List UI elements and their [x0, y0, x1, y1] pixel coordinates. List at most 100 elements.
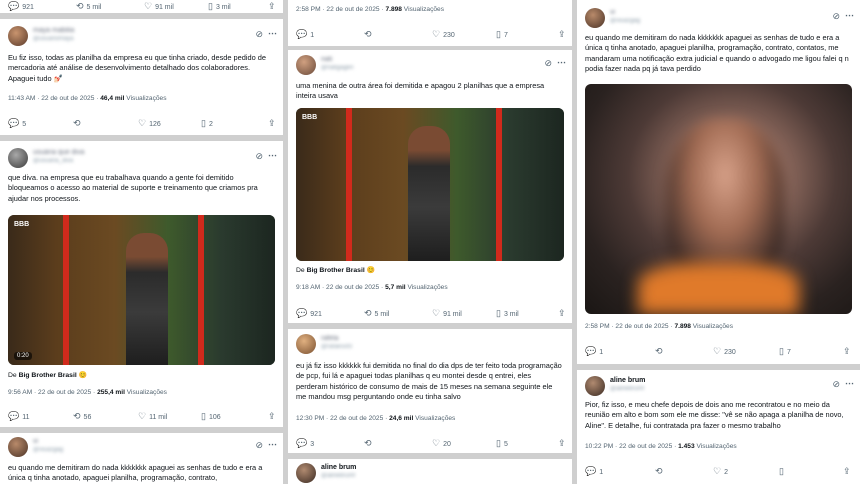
bookmark-button[interactable]: ▯ 7	[779, 346, 791, 357]
bookmark-button[interactable]: ▯ 7	[496, 29, 508, 40]
bookmark-button[interactable]: ▯ 2	[201, 118, 213, 129]
views-button[interactable]: ▯ 3 mil	[496, 308, 519, 319]
share-button[interactable]: ⇪	[268, 1, 279, 12]
views-label: Visualizações	[124, 389, 167, 396]
like-button[interactable]: ♡ 91 mil	[432, 308, 462, 319]
tweet-card: usuária que diva @usuaria_diva ⊘ ⋯ que d…	[0, 141, 283, 427]
avatar[interactable]	[8, 26, 28, 46]
user-name[interactable]: usuária que diva	[33, 149, 84, 156]
views-button[interactable]: ▯ 3 mil	[208, 1, 231, 12]
views-label: Visualizações	[413, 415, 456, 422]
reply-button[interactable]: 💬 1	[585, 346, 603, 357]
share-button[interactable]: ⇪	[268, 118, 279, 129]
user-handle[interactable]: @viuazgag	[33, 447, 63, 453]
reply-button[interactable]: 💬 1	[585, 466, 603, 477]
tweet-image-blurred[interactable]	[585, 84, 852, 314]
more-icon[interactable]: ⋯	[845, 10, 854, 21]
reply-button[interactable]: 💬 11	[8, 411, 30, 422]
user-name[interactable]: aline brum	[610, 377, 645, 384]
repost-button[interactable]: ⟲	[655, 346, 666, 357]
user-handle[interactable]: @natigagen	[321, 65, 353, 71]
tweet-card-partial: 💬 921 ⟲ 5 mil ♡ 91 mil ▯ 3 mil ⇪	[0, 0, 283, 13]
reply-button[interactable]: 💬 921	[8, 1, 34, 12]
avatar[interactable]	[8, 148, 28, 168]
repost-button[interactable]: ⟲ 5 mil	[76, 1, 101, 12]
repost-button[interactable]: ⟲	[364, 438, 375, 449]
user-name[interactable]: vi	[33, 438, 38, 445]
more-icon[interactable]: ⋯	[845, 378, 854, 389]
like-button[interactable]: ♡ 230	[713, 346, 736, 357]
reply-button[interactable]: 💬 921	[296, 308, 322, 319]
grok-icon[interactable]: ⊘	[832, 379, 840, 390]
tweet-time[interactable]: 2:58 PM · 22 de out de 2025 ·	[296, 6, 385, 13]
heart-icon: ♡	[138, 118, 147, 128]
like-button[interactable]: ♡ 91 mil	[144, 1, 174, 12]
views-count: 46,4 mil	[100, 95, 125, 102]
share-button[interactable]: ⇪	[558, 308, 569, 319]
avatar[interactable]	[585, 8, 605, 28]
more-icon[interactable]: ⋯	[268, 150, 277, 161]
like-button[interactable]: ♡ 230	[432, 29, 455, 40]
user-handle[interactable]: @usuariomaya	[33, 36, 73, 42]
user-name[interactable]: vi	[610, 9, 615, 16]
bookmark-button[interactable]: ▯ 106	[201, 411, 221, 422]
like-button[interactable]: ♡ 11 mil	[138, 411, 167, 422]
like-button[interactable]: ♡ 2	[713, 466, 728, 477]
repost-button[interactable]: ⟲	[655, 466, 666, 477]
tweet-time[interactable]: 9:56 AM · 22 de out de 2025 ·	[8, 389, 97, 396]
tweet-time[interactable]: 2:58 PM · 22 de out de 2025 ·	[585, 323, 674, 330]
user-handle[interactable]: @rafaesof3	[321, 344, 352, 350]
like-button[interactable]: ♡ 20	[432, 438, 451, 449]
stage-pole	[346, 108, 352, 261]
repost-button[interactable]: ⟲ 56	[73, 411, 91, 422]
user-handle[interactable]: @viuazgag	[610, 18, 640, 24]
share-button[interactable]: ⇪	[843, 346, 854, 357]
share-button[interactable]: ⇪	[558, 29, 569, 40]
bookmark-button[interactable]: ▯ 5	[496, 438, 508, 449]
tweet-meta: 2:58 PM · 22 de out de 2025 · 7.898 Visu…	[296, 6, 564, 13]
repost-button[interactable]: ⟲	[73, 118, 84, 129]
bookmark-button[interactable]: ▯	[779, 466, 787, 477]
avatar[interactable]	[296, 463, 316, 483]
tweet-video[interactable]: BBB 0:20	[8, 215, 275, 365]
user-name[interactable]: maya mabilia	[33, 27, 74, 34]
more-icon[interactable]: ⋯	[268, 439, 277, 450]
reply-button[interactable]: 💬 1	[296, 29, 314, 40]
views-count: 24,6 mil	[389, 415, 414, 422]
repost-button[interactable]: ⟲	[364, 29, 375, 40]
like-button[interactable]: ♡ 126	[138, 118, 161, 129]
repost-button[interactable]: ⟲ 5 mil	[364, 308, 389, 319]
grok-icon[interactable]: ⊘	[255, 440, 263, 451]
source-link[interactable]: Big Brother Brasil	[19, 372, 77, 379]
reply-button[interactable]: 💬 3	[296, 438, 314, 449]
user-name[interactable]: aline brum	[321, 464, 356, 471]
reply-button[interactable]: 💬 5	[8, 118, 26, 129]
reply-icon: 💬	[8, 411, 20, 421]
source-link[interactable]: Big Brother Brasil	[307, 267, 365, 274]
share-button[interactable]: ⇪	[558, 438, 569, 449]
tweet-time[interactable]: 10:22 PM · 22 de out de 2025 ·	[585, 443, 678, 450]
tweet-time[interactable]: 12:30 PM · 22 de out de 2025 ·	[296, 415, 389, 422]
share-button[interactable]: ⇪	[268, 411, 279, 422]
user-handle[interactable]: @alinebrumf	[321, 473, 355, 479]
share-button[interactable]: ⇪	[843, 466, 854, 477]
grok-icon[interactable]: ⊘	[544, 58, 552, 69]
grok-icon[interactable]: ⊘	[255, 29, 263, 40]
user-name[interactable]: nati	[321, 56, 332, 63]
grok-icon[interactable]: ⊘	[832, 11, 840, 22]
avatar[interactable]	[296, 334, 316, 354]
more-icon[interactable]: ⋯	[268, 28, 277, 39]
avatar[interactable]	[296, 55, 316, 75]
avatar[interactable]	[585, 376, 605, 396]
avatar[interactable]	[8, 437, 28, 457]
user-handle[interactable]: @usuaria_diva	[33, 158, 73, 164]
bookmark-icon: ▯	[779, 346, 784, 356]
grok-icon[interactable]: ⊘	[255, 151, 263, 162]
user-handle[interactable]: @alinebrumf	[610, 386, 644, 392]
tweet-time[interactable]: 9:18 AM · 22 de out de 2025 ·	[296, 284, 385, 291]
tweet-video[interactable]: BBB	[296, 108, 564, 261]
user-name[interactable]: rafela	[321, 335, 339, 342]
more-icon[interactable]: ⋯	[557, 57, 566, 68]
tweet-time[interactable]: 11:43 AM · 22 de out de 2025 ·	[8, 95, 100, 102]
reply-icon: 💬	[585, 466, 597, 476]
